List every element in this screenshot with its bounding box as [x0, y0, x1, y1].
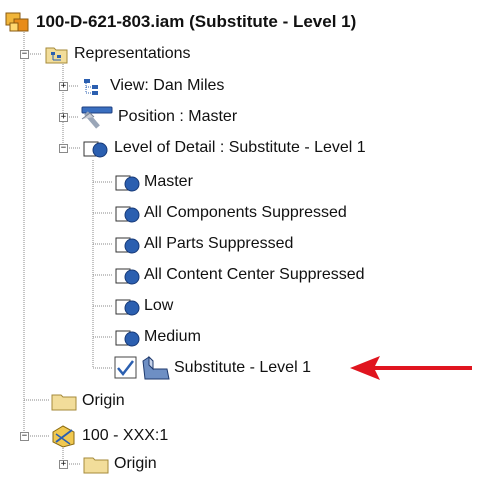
level-of-detail-icon — [114, 170, 142, 194]
tree-item-component-origin[interactable]: Origin — [82, 451, 157, 477]
component-icon — [50, 424, 78, 448]
level-of-detail-icon — [114, 325, 142, 349]
tree-item-origin[interactable]: Origin — [50, 388, 125, 414]
lod-item-label: Master — [144, 173, 193, 190]
tree-item-lod-medium[interactable]: Medium — [114, 324, 201, 350]
component-label: 100 - XXX:1 — [82, 427, 169, 444]
tree-item-position[interactable]: Position : Master — [80, 104, 237, 130]
component-origin-label: Origin — [114, 455, 157, 472]
tree-item-lod-master[interactable]: Master — [114, 169, 193, 195]
tree-item-level-of-detail[interactable]: Level of Detail : Substitute - Level 1 — [82, 135, 366, 161]
position-rep-icon — [80, 105, 114, 129]
tree-item-lod-all-components[interactable]: All Components Suppressed — [114, 200, 347, 226]
assembly-icon — [4, 10, 32, 34]
collapse-representations-button[interactable]: − — [20, 50, 29, 59]
level-of-detail-icon — [114, 294, 142, 318]
substitute-part-icon — [140, 355, 172, 381]
folder-icon — [50, 390, 78, 412]
substitute-label: Substitute - Level 1 — [174, 359, 311, 376]
level-of-detail-icon — [114, 232, 142, 256]
lod-item-label: All Content Center Suppressed — [144, 266, 365, 283]
red-arrow-icon — [350, 356, 472, 380]
level-of-detail-icon — [82, 136, 110, 160]
root-assembly-label: 100-D-621-803.iam (Substitute - Level 1) — [36, 12, 357, 31]
representations-folder-icon — [44, 43, 70, 65]
tree-item-lod-all-parts[interactable]: All Parts Suppressed — [114, 231, 293, 257]
view-label: View: Dan Miles — [110, 77, 225, 94]
tree-item-view[interactable]: View: Dan Miles — [80, 73, 224, 99]
position-label: Position : Master — [118, 108, 238, 125]
representations-label: Representations — [74, 45, 191, 62]
tree-root[interactable]: 100-D-621-803.iam (Substitute - Level 1) — [4, 9, 356, 35]
tree-item-lod-all-content-center[interactable]: All Content Center Suppressed — [114, 262, 365, 288]
level-of-detail-icon — [114, 263, 142, 287]
tree-item-lod-low[interactable]: Low — [114, 293, 173, 319]
tree-item-substitute-level-1[interactable]: Substitute - Level 1 — [114, 355, 311, 381]
lod-item-label: All Parts Suppressed — [144, 235, 294, 252]
checkmark-icon — [114, 356, 138, 380]
collapse-component-button[interactable]: − — [20, 432, 29, 441]
tree-item-representations[interactable]: Representations — [44, 41, 191, 67]
lod-label: Level of Detail : Substitute - Level 1 — [114, 139, 366, 156]
collapse-lod-button[interactable]: − — [59, 144, 68, 153]
lod-item-label: All Components Suppressed — [144, 204, 347, 221]
tree-item-component[interactable]: 100 - XXX:1 — [50, 423, 168, 449]
level-of-detail-icon — [114, 201, 142, 225]
expand-view-button[interactable]: + — [59, 82, 68, 91]
view-rep-icon — [80, 75, 106, 97]
expand-component-origin-button[interactable]: + — [59, 460, 68, 469]
origin-label: Origin — [82, 392, 125, 409]
expand-position-button[interactable]: + — [59, 113, 68, 122]
lod-item-label: Low — [144, 297, 174, 314]
lod-item-label: Medium — [144, 328, 201, 345]
folder-icon — [82, 453, 110, 475]
